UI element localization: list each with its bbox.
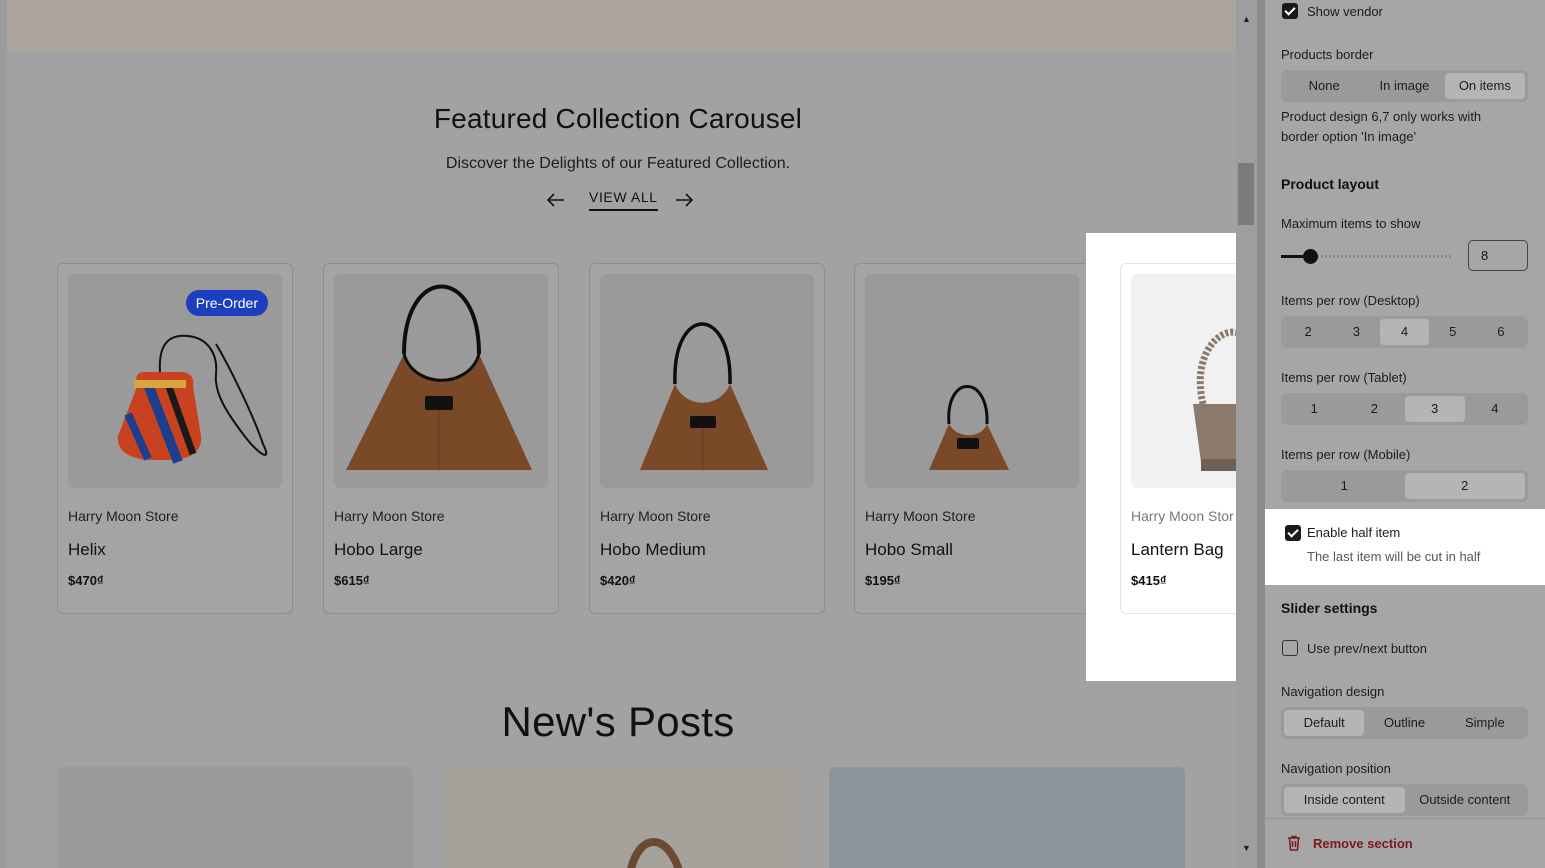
arrow-left-icon[interactable]	[545, 190, 567, 212]
product-name[interactable]: Hobo Large	[334, 540, 423, 560]
nav-position-outside[interactable]: Outside content	[1405, 787, 1526, 813]
product-image[interactable]	[600, 274, 814, 488]
product-name[interactable]: Hobo Small	[865, 540, 953, 560]
product-name[interactable]: Hobo Medium	[600, 540, 706, 560]
desktop-option-5[interactable]: 5	[1429, 319, 1477, 345]
product-vendor: Harry Moon Store	[600, 508, 711, 524]
product-image[interactable]	[865, 274, 1079, 488]
product-card[interactable]: Harry Moon Store Hobo Medium $420₫	[589, 263, 825, 614]
product-price: $195₫	[865, 573, 901, 588]
nav-design-default[interactable]: Default	[1284, 710, 1365, 736]
nav-design-selector: Default Outline Simple	[1281, 707, 1528, 739]
tablet-option-1[interactable]: 1	[1284, 396, 1344, 422]
product-image[interactable]	[334, 274, 548, 488]
nav-position-selector: Inside content Outside content	[1281, 784, 1528, 816]
max-items-slider-handle[interactable]	[1303, 249, 1318, 264]
product-price: $615₫	[334, 573, 370, 588]
scroll-up-icon[interactable]: ▲	[1236, 11, 1257, 27]
trash-icon[interactable]	[1287, 835, 1301, 851]
product-card[interactable]: Harry Moon Store Hobo Large $615₫	[323, 263, 559, 614]
scroll-thumb[interactable]	[1238, 163, 1254, 225]
show-vendor-label: Show vendor	[1307, 4, 1383, 19]
half-item-highlight: Harry Moon Stor Lantern Bag $415₫	[1086, 233, 1237, 681]
nav-position-inside[interactable]: Inside content	[1284, 787, 1405, 813]
desktop-option-6[interactable]: 6	[1477, 319, 1525, 345]
border-note-line1: Product design 6,7 only works with	[1281, 109, 1482, 124]
desktop-option-4[interactable]: 4	[1380, 319, 1429, 345]
product-image[interactable]: Pre-Order	[68, 274, 282, 488]
desktop-option-3[interactable]: 3	[1332, 319, 1380, 345]
view-all-link[interactable]: VIEW ALL	[589, 189, 658, 211]
mobile-option-1[interactable]: 1	[1284, 473, 1405, 499]
mobile-option-2[interactable]: 2	[1404, 473, 1525, 499]
nav-design-simple[interactable]: Simple	[1445, 710, 1525, 736]
panel-divider	[1257, 0, 1265, 868]
product-price: $420₫	[600, 573, 636, 588]
pre-order-badge: Pre-Order	[185, 290, 268, 316]
prev-next-checkbox[interactable]	[1282, 640, 1298, 656]
featured-title: Featured Collection Carousel	[433, 103, 803, 134]
border-note-line2: border option 'In image'	[1281, 129, 1417, 144]
theme-editor: Featured Collection Carousel Discover th…	[0, 0, 1545, 868]
tablet-option-2[interactable]: 2	[1344, 396, 1404, 422]
scroll-down-icon[interactable]: ▼	[1236, 840, 1257, 856]
product-name[interactable]: Lantern Bag	[1131, 540, 1224, 560]
enable-half-item-label: Enable half item	[1307, 525, 1401, 540]
products-border-selector: None In image On items	[1281, 70, 1528, 102]
nav-position-label: Navigation position	[1281, 761, 1391, 776]
posts-title: New's Posts	[501, 698, 735, 745]
nav-design-outline[interactable]: Outline	[1364, 710, 1444, 736]
slider-settings-heading: Slider settings	[1281, 600, 1378, 616]
product-name[interactable]: Helix	[68, 540, 106, 560]
carousel-nav: VIEW ALL	[540, 186, 700, 216]
preview-scrollbar[interactable]: ▲ ▼	[1236, 0, 1257, 868]
product-price: $470₫	[68, 573, 104, 588]
post-card[interactable]	[443, 767, 799, 868]
remove-section-bar: Remove section	[1265, 818, 1545, 868]
desktop-row-label: Items per row (Desktop)	[1281, 293, 1420, 308]
show-vendor-checkbox[interactable]	[1282, 3, 1298, 19]
post-card[interactable]	[57, 767, 413, 868]
border-option-on-items[interactable]: On items	[1444, 73, 1525, 99]
border-option-in-image[interactable]: In image	[1364, 73, 1444, 99]
product-vendor: Harry Moon Store	[334, 508, 445, 524]
tablet-option-4[interactable]: 4	[1465, 396, 1525, 422]
desktop-option-2[interactable]: 2	[1284, 319, 1332, 345]
product-vendor: Harry Moon Store	[865, 508, 976, 524]
enable-half-item-hint: The last item will be cut in half	[1307, 549, 1481, 564]
product-vendor: Harry Moon Stor	[1131, 508, 1234, 524]
mobile-row-label: Items per row (Mobile)	[1281, 447, 1411, 462]
mobile-row-selector: 1 2	[1281, 470, 1528, 502]
remove-section-button[interactable]: Remove section	[1313, 836, 1413, 851]
half-item-setting-highlight: Enable half item The last item will be c…	[1265, 509, 1545, 585]
settings-panel: Show vendor Products border None In imag…	[1265, 0, 1545, 868]
max-items-label: Maximum items to show	[1281, 216, 1421, 231]
product-layout-heading: Product layout	[1281, 176, 1380, 192]
featured-subtitle: Discover the Delights of our Featured Co…	[445, 155, 791, 172]
products-border-label: Products border	[1281, 47, 1374, 62]
post-card[interactable]	[829, 767, 1185, 868]
nav-design-label: Navigation design	[1281, 684, 1385, 699]
product-price: $415₫	[1131, 573, 1167, 588]
product-card[interactable]: Pre-Order Harry Moon Store Helix $470₫	[57, 263, 293, 614]
product-card[interactable]: Harry Moon Stor Lantern Bag $415₫	[1120, 263, 1237, 614]
arrow-right-icon[interactable]	[673, 190, 695, 212]
preview-canvas: Featured Collection Carousel Discover th…	[0, 0, 1257, 868]
tablet-option-3[interactable]: 3	[1404, 396, 1465, 422]
max-items-input[interactable]	[1468, 240, 1528, 271]
enable-half-item-checkbox[interactable]	[1285, 525, 1301, 541]
previous-section-strip	[7, 0, 1236, 52]
prev-next-label: Use prev/next button	[1307, 641, 1427, 656]
product-image[interactable]	[1131, 274, 1237, 488]
border-option-none[interactable]: None	[1284, 73, 1364, 99]
tablet-row-label: Items per row (Tablet)	[1281, 370, 1407, 385]
desktop-row-selector: 2 3 4 5 6	[1281, 316, 1528, 348]
product-card[interactable]: Harry Moon Store Hobo Small $195₫	[854, 263, 1090, 614]
product-vendor: Harry Moon Store	[68, 508, 179, 524]
tablet-row-selector: 1 2 3 4	[1281, 393, 1528, 425]
